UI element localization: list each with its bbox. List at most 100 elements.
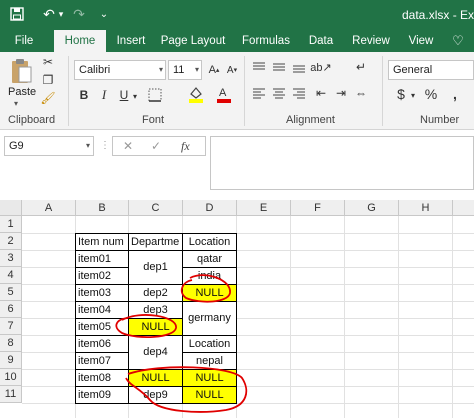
cell-c7[interactable]: NULL	[128, 318, 183, 336]
increase-font-size-icon[interactable]: A ▴	[206, 61, 222, 79]
ribbon-home: Paste ▾ ✂ ❐ 🖌 Clipboard Calibri ▾ 11 ▾ A…	[0, 52, 474, 130]
align-middle-icon[interactable]	[270, 58, 288, 76]
cell-b5[interactable]: item03	[75, 284, 129, 302]
cell-b6[interactable]: item04	[75, 301, 129, 319]
cell-c8-merged[interactable]: dep4	[128, 335, 183, 370]
row-header[interactable]: 4	[0, 267, 22, 284]
formula-input[interactable]	[210, 136, 474, 190]
cell-c3-merged[interactable]: dep1	[128, 250, 183, 285]
column-header-h[interactable]: H	[399, 200, 453, 216]
column-header-c[interactable]: C	[129, 200, 183, 216]
cell-b11[interactable]: item09	[75, 386, 129, 404]
cell-d9[interactable]: nepal	[182, 352, 237, 370]
row-header[interactable]: 11	[0, 386, 22, 403]
row-header[interactable]: 2	[0, 233, 22, 250]
select-all-corner[interactable]	[0, 200, 22, 216]
tab-file[interactable]: File	[6, 30, 42, 52]
row-header[interactable]: 8	[0, 335, 22, 352]
decrease-font-size-icon[interactable]: A ▾	[224, 61, 240, 79]
wrap-text-icon[interactable]: ↵	[352, 58, 370, 76]
tab-view[interactable]: View	[404, 30, 438, 52]
redo-icon[interactable]: ↷	[70, 5, 88, 23]
align-top-icon[interactable]	[250, 58, 268, 76]
row-header[interactable]: 9	[0, 352, 22, 369]
fill-color-icon[interactable]	[186, 84, 206, 104]
comma-style-icon[interactable]: ,	[444, 84, 466, 104]
cell-d11[interactable]: NULL	[182, 386, 237, 404]
name-box[interactable]: G9 ▾	[4, 136, 94, 156]
chevron-down-icon[interactable]: ▾	[408, 88, 418, 102]
cell-b4[interactable]: item02	[75, 267, 129, 285]
row-header[interactable]: 1	[0, 216, 22, 233]
align-left-icon[interactable]	[250, 84, 268, 102]
number-format-dropdown[interactable]: General	[388, 60, 474, 80]
align-right-icon[interactable]	[290, 84, 308, 102]
cell-d8[interactable]: Location	[182, 335, 237, 353]
row-header[interactable]: 10	[0, 369, 22, 386]
cell-b2[interactable]: Item num	[75, 233, 129, 251]
paste-label[interactable]: Paste	[8, 86, 36, 98]
cell-d10[interactable]: NULL	[182, 369, 237, 387]
orientation-icon[interactable]: ab↗	[310, 58, 331, 76]
copy-icon[interactable]: ❐	[40, 72, 56, 88]
cell-b3[interactable]: item01	[75, 250, 129, 268]
tab-formulas[interactable]: Formulas	[240, 30, 292, 52]
cell-c6[interactable]: dep3	[128, 301, 183, 319]
column-header-f[interactable]: F	[291, 200, 345, 216]
align-center-icon[interactable]	[270, 84, 288, 102]
cell-c2[interactable]: Departme	[128, 233, 183, 251]
cancel-icon[interactable]: ✕	[123, 139, 133, 153]
borders-icon[interactable]	[146, 86, 164, 104]
cell-b10[interactable]: item08	[75, 369, 129, 387]
window-title: data.xlsx - Excel	[402, 8, 474, 22]
column-header-e[interactable]: E	[237, 200, 291, 216]
cell-b9[interactable]: item07	[75, 352, 129, 370]
decrease-indent-icon[interactable]: ⇤	[312, 84, 330, 102]
cell-c11[interactable]: dep9	[128, 386, 183, 404]
cell-b7[interactable]: item05	[75, 318, 129, 336]
chevron-down-icon[interactable]: ▾	[130, 88, 140, 104]
cut-icon[interactable]: ✂	[40, 54, 56, 70]
tab-review[interactable]: Review	[350, 30, 392, 52]
tab-page-layout[interactable]: Page Layout	[160, 30, 226, 52]
cell-d3[interactable]: qatar	[182, 250, 237, 268]
format-painter-icon[interactable]: 🖌	[40, 90, 56, 106]
increase-indent-icon[interactable]: ⇥	[332, 84, 350, 102]
paste-icon[interactable]	[8, 56, 34, 86]
column-header-partial[interactable]	[453, 200, 474, 216]
row-header[interactable]: 5	[0, 284, 22, 301]
lightbulb-icon[interactable]: ♡	[448, 30, 468, 52]
cell-b8[interactable]: item06	[75, 335, 129, 353]
cell-d5[interactable]: NULL	[182, 284, 237, 302]
row-header[interactable]: 7	[0, 318, 22, 335]
formula-bar-grip-icon[interactable]: ⋮	[100, 140, 110, 151]
column-header-g[interactable]: G	[345, 200, 399, 216]
customize-quick-access-icon[interactable]: ⌄	[95, 5, 113, 23]
tab-insert[interactable]: Insert	[112, 30, 150, 52]
italic-icon[interactable]: I	[96, 86, 112, 104]
percent-icon[interactable]: %	[422, 84, 440, 104]
tab-home[interactable]: Home	[54, 30, 106, 52]
cell-d2[interactable]: Location	[182, 233, 237, 251]
font-name-dropdown[interactable]: Calibri ▾	[74, 60, 166, 80]
cell-d6-merged[interactable]: germany	[182, 301, 237, 336]
undo-dropdown-icon[interactable]: ▾	[56, 5, 66, 23]
cell-c10[interactable]: NULL	[128, 369, 183, 387]
bold-icon[interactable]: B	[76, 86, 92, 104]
align-bottom-icon[interactable]	[290, 58, 308, 76]
enter-icon[interactable]: ✓	[151, 139, 161, 153]
paste-dropdown-icon[interactable]: ▾	[14, 99, 18, 108]
column-header-b[interactable]: B	[76, 200, 129, 216]
font-size-dropdown[interactable]: 11 ▾	[168, 60, 202, 80]
row-header[interactable]: 3	[0, 250, 22, 267]
merge-center-icon[interactable]: ⇔	[352, 84, 370, 102]
save-icon[interactable]	[8, 5, 26, 23]
insert-function-icon[interactable]: fx	[181, 139, 190, 154]
cell-d4[interactable]: india	[182, 267, 237, 285]
font-color-icon[interactable]: A	[214, 84, 234, 104]
tab-data[interactable]: Data	[304, 30, 338, 52]
row-header[interactable]: 6	[0, 301, 22, 318]
cell-c5[interactable]: dep2	[128, 284, 183, 302]
column-header-a[interactable]: A	[22, 200, 76, 216]
column-header-d[interactable]: D	[183, 200, 237, 216]
